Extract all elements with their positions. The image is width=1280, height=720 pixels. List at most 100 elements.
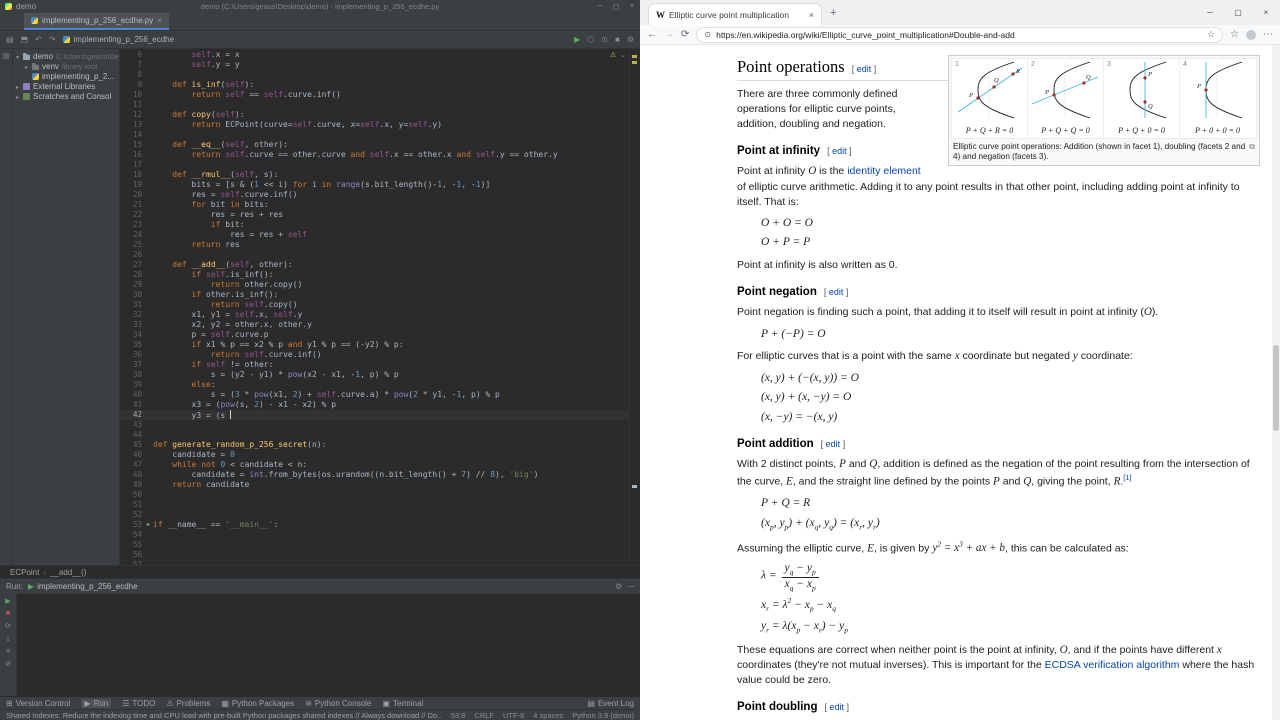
browser-tab[interactable]: W Elliptic curve point multiplication × (648, 3, 822, 25)
maximize-button[interactable]: ▢ (608, 3, 624, 11)
scroll-down-icon[interactable]: ⇣ (5, 635, 11, 643)
code-line[interactable]: 52 (120, 510, 630, 520)
navbar-breadcrumb[interactable]: implementing_p_256_ecdhe (62, 35, 174, 44)
breadcrumb-method[interactable]: __add__() (50, 568, 86, 577)
line-number[interactable]: 13 (120, 120, 144, 130)
tree-item-venv[interactable]: ▸ venv library root (13, 62, 119, 72)
code-line[interactable]: 47 while not 0 < candidate < n: (120, 460, 630, 470)
code-line[interactable]: 42 y3 = (s (120, 410, 630, 420)
line-number[interactable]: 18 (120, 170, 144, 180)
run-config-tab[interactable]: ▶ implementing_p_256_ecdhe (28, 582, 138, 591)
code-line[interactable]: 37 if self != other: (120, 360, 630, 370)
line-number[interactable]: 51 (120, 500, 144, 510)
line-number[interactable]: 17 (120, 160, 144, 170)
close-button[interactable]: × (624, 3, 640, 11)
code-line[interactable]: 19 bits = [s & (1 << i) for i in range(s… (120, 180, 630, 190)
code-line[interactable]: 33 x2, y2 = other.x, other.y (120, 320, 630, 330)
code-line[interactable]: 40 s = (3 * pow(x1, 2) + self.curve.a) *… (120, 390, 630, 400)
figure-point-operations[interactable]: 1 P Q R P + Q + R = 0 2 P Q P + Q + Q = … (948, 55, 1260, 166)
line-number[interactable]: 11 (120, 100, 144, 110)
undo-icon[interactable]: ↶ (35, 35, 42, 44)
line-number[interactable]: 57 (120, 560, 144, 565)
favorites-icon[interactable]: ☆ (1230, 29, 1239, 40)
dock-version-control[interactable]: ⊞ Version Control (6, 699, 70, 708)
code-line[interactable]: 18 def __rmul__(self, s): (120, 170, 630, 180)
scrollbar-thumb[interactable] (1273, 345, 1279, 431)
caret-position[interactable]: 53:8 (451, 711, 466, 720)
line-number[interactable]: 41 (120, 400, 144, 410)
stop-button[interactable]: ■ (615, 35, 620, 44)
editor-scrollbar[interactable] (629, 49, 640, 565)
line-number[interactable]: 36 (120, 350, 144, 360)
code-line[interactable]: 21 for bit in bits: (120, 200, 630, 210)
new-tab-button[interactable]: + (830, 7, 836, 19)
minimize-button[interactable]: ─ (592, 3, 608, 11)
code-line[interactable]: 51 (120, 500, 630, 510)
line-separator[interactable]: CRLF (474, 711, 494, 720)
close-button[interactable]: × (1252, 0, 1280, 25)
dock-event-log[interactable]: ▤ Event Log (587, 699, 634, 708)
code-line[interactable]: 57 (120, 560, 630, 565)
clear-console-icon[interactable]: ⊘ (5, 660, 11, 668)
line-number[interactable]: 46 (120, 450, 144, 460)
address-bar[interactable]: ⊙ https://en.wikipedia.org/wiki/Elliptic… (696, 26, 1224, 43)
inspection-widget[interactable]: ⚠ ⌄ (610, 51, 626, 59)
code-line[interactable]: 25 return res (120, 240, 630, 250)
code-line[interactable]: 15 def __eq__(self, other): (120, 140, 630, 150)
line-number[interactable]: 55 (120, 540, 144, 550)
code-line[interactable]: 49 return candidate (120, 480, 630, 490)
line-number[interactable]: 37 (120, 360, 144, 370)
code-line[interactable]: 55 (120, 540, 630, 550)
bookmark-star-icon[interactable]: ☆ (1207, 29, 1215, 40)
line-number[interactable]: 28 (120, 270, 144, 280)
line-number[interactable]: 21 (120, 200, 144, 210)
code-line[interactable]: 7 self.y = y (120, 60, 630, 70)
wiki-link[interactable]: identity element (847, 165, 921, 177)
site-info-icon[interactable]: ⊙ (704, 30, 711, 39)
rerun-button[interactable]: ▶ (5, 597, 10, 605)
save-icon[interactable]: ⬒ (21, 35, 29, 44)
line-number[interactable]: 16 (120, 150, 144, 160)
code-line[interactable]: 31 return self.copy() (120, 300, 630, 310)
code-line[interactable]: 23 if bit: (120, 220, 630, 230)
line-number[interactable]: 54 (120, 530, 144, 540)
open-icon[interactable]: ▤ (6, 35, 14, 44)
code-line[interactable]: 54 (120, 530, 630, 540)
code-line[interactable]: 24 res = res + self (120, 230, 630, 240)
line-number[interactable]: 24 (120, 230, 144, 240)
code-line[interactable]: 44 (120, 430, 630, 440)
code-line[interactable]: 9 def is_inf(self): (120, 80, 630, 90)
line-number[interactable]: 6 (120, 50, 144, 60)
run-console-output[interactable] (17, 594, 640, 696)
code-line[interactable]: 16 return self.curve == other.curve and … (120, 150, 630, 160)
code-area[interactable]: 6 self.x = x7 self.y = y89 def is_inf(se… (120, 49, 630, 565)
code-line[interactable]: 48 candidate = int.from_bytes(os.urandom… (120, 470, 630, 480)
tree-item-scratches-and-consol[interactable]: ▸ Scratches and Consol (13, 92, 119, 102)
line-number[interactable]: 45 (120, 440, 144, 450)
maximize-button[interactable]: ▢ (1224, 0, 1252, 25)
indent-style[interactable]: 4 spaces (533, 711, 563, 720)
line-number[interactable]: 20 (120, 190, 144, 200)
line-number[interactable]: 14 (120, 130, 144, 140)
back-button[interactable]: ← (647, 29, 657, 40)
line-number[interactable]: 48 (120, 470, 144, 480)
line-number[interactable]: 43 (120, 420, 144, 430)
url-text[interactable]: https://en.wikipedia.org/wiki/Elliptic_c… (716, 30, 1015, 40)
breadcrumb-class[interactable]: ECPoint (10, 568, 39, 577)
code-line[interactable]: 13 return ECPoint(curve=self.curve, x=se… (120, 120, 630, 130)
run-gutter-icon[interactable]: ▶ (144, 520, 153, 530)
line-number[interactable]: 34 (120, 330, 144, 340)
minimize-button[interactable]: ─ (1196, 0, 1224, 25)
line-number[interactable]: 40 (120, 390, 144, 400)
code-line[interactable]: 11 (120, 100, 630, 110)
code-line[interactable]: 12 def copy(self): (120, 110, 630, 120)
edit-link[interactable]: edit (857, 64, 872, 74)
line-number[interactable]: 52 (120, 510, 144, 520)
debug-button[interactable]: ⬡ (587, 35, 594, 44)
code-line[interactable]: 17 (120, 160, 630, 170)
line-number[interactable]: 32 (120, 310, 144, 320)
line-number[interactable]: 27 (120, 260, 144, 270)
stop-button[interactable]: ■ (6, 610, 10, 617)
warning-marker[interactable] (632, 61, 637, 64)
line-number[interactable]: 35 (120, 340, 144, 350)
